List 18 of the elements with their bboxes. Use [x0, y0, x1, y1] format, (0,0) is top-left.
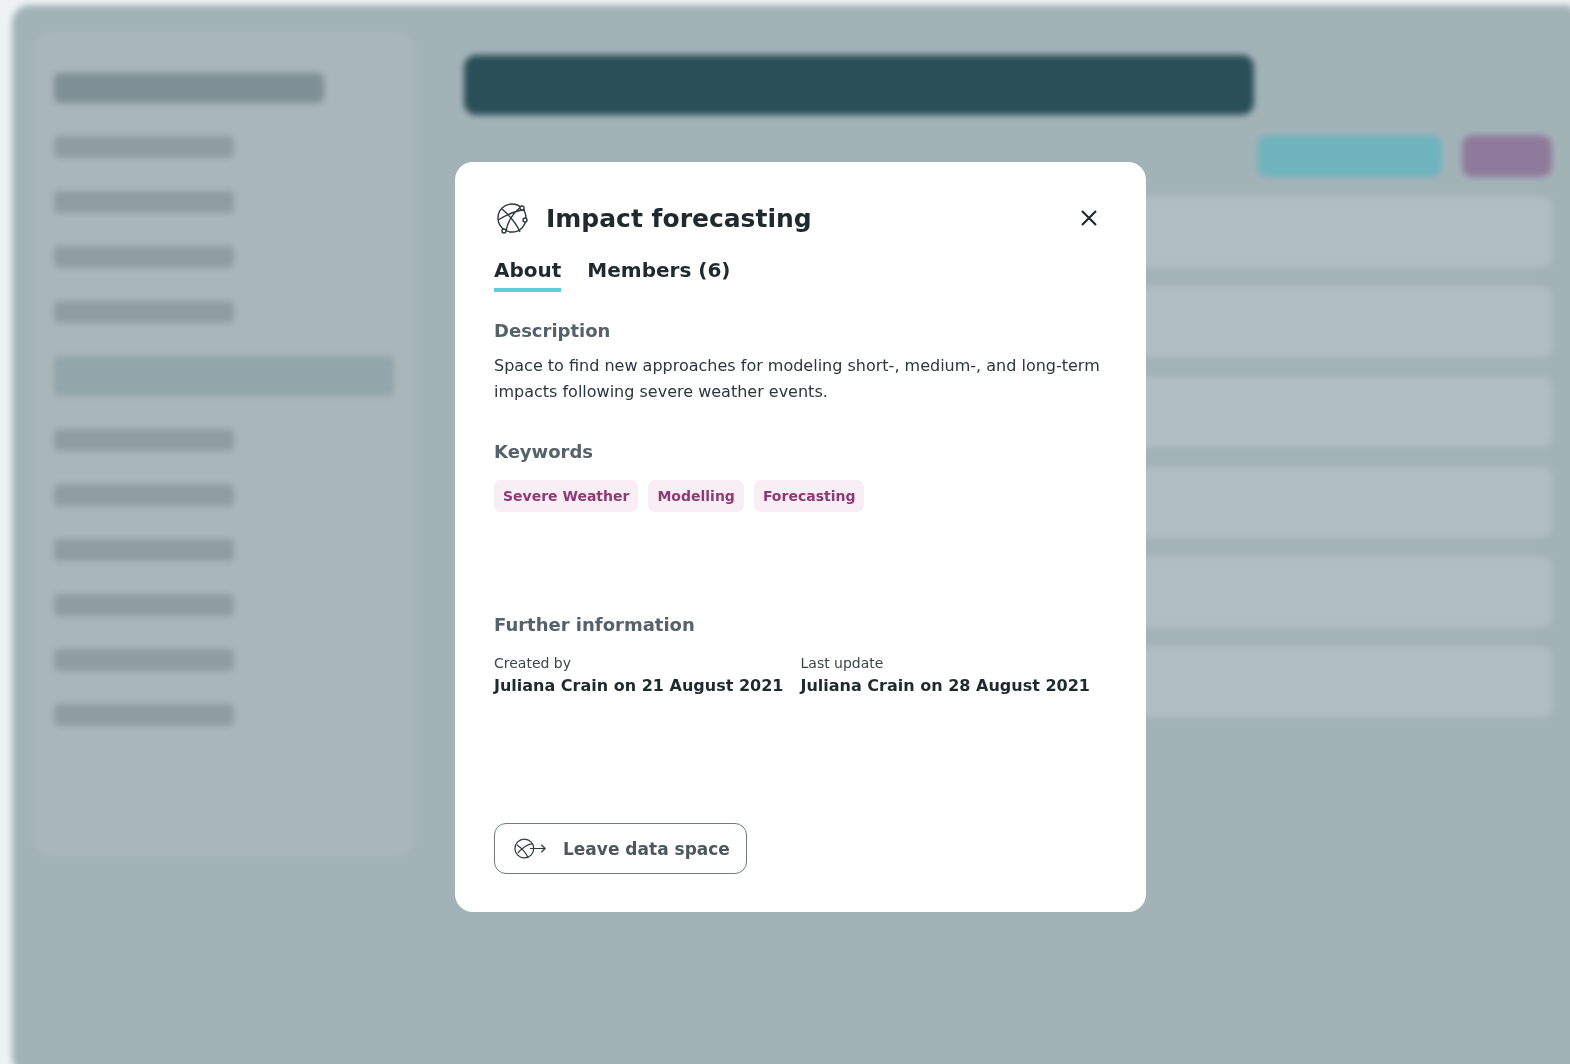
- field-value: Juliana Crain on 21 August 2021: [494, 676, 785, 695]
- keyword-tag: Forecasting: [753, 480, 865, 512]
- section-heading: Further information: [494, 614, 696, 635]
- section-heading: Keywords: [494, 441, 595, 462]
- field-label: Last update: [800, 655, 885, 671]
- tab[interactable]: About: [494, 258, 562, 292]
- description-text: Space to find new approaches for modeling short-, medium-, and long-term impacts following severe weather events.: [494, 355, 1101, 403]
- globe-network-icon: [494, 200, 530, 236]
- field-label: Created by: [494, 655, 573, 671]
- tab[interactable]: Members (6): [587, 258, 731, 292]
- keyword-tag: Severe Weather: [494, 480, 639, 512]
- leave-button[interactable]: Leave data space: [494, 823, 747, 874]
- keyword-tag: Modelling: [648, 480, 744, 512]
- globe-arrow-icon: [513, 836, 547, 861]
- close-icon: [1079, 208, 1099, 228]
- dialog-title: Impact forecasting: [546, 203, 813, 233]
- field-value: Juliana Crain on 28 August 2021: [800, 676, 1091, 695]
- section-heading: Description: [494, 320, 612, 341]
